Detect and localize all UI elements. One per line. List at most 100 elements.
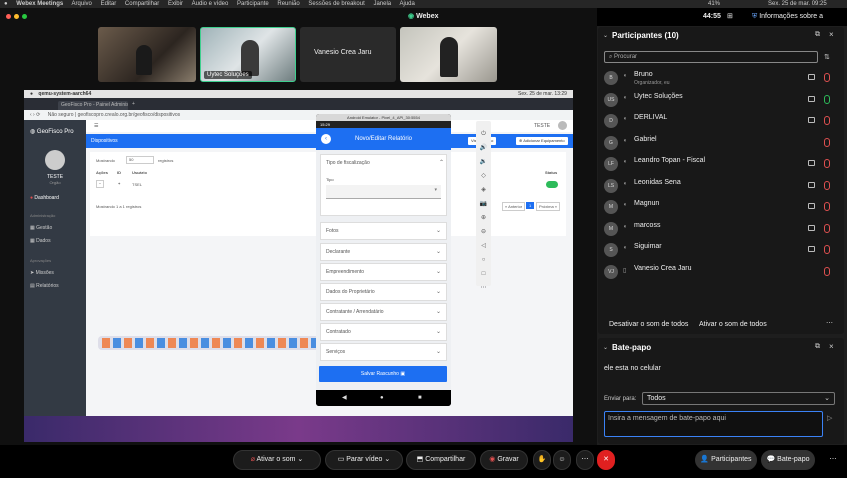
android-recents-icon[interactable]: ■	[418, 390, 422, 406]
chat-button[interactable]: 💬 Bate-papo	[761, 450, 815, 470]
video-tile-uytec[interactable]: Uytec Soluções	[200, 27, 296, 82]
participant-row[interactable]: LF ◖ Leandro Topan - Fiscal	[598, 154, 844, 175]
per-page-select[interactable]: 50	[126, 156, 154, 164]
mic-off-icon[interactable]	[824, 180, 830, 190]
participant-row[interactable]: G ◖ Gabriel	[598, 133, 844, 154]
search-input[interactable]: ⌕ Procurar	[604, 51, 818, 63]
stop-video-button[interactable]: ▭ Parar vídeo ⌄	[325, 450, 403, 470]
prev-page-button[interactable]: « Anterior	[502, 202, 526, 211]
grid-icon[interactable]: ⊞	[727, 8, 733, 26]
share-button[interactable]: ⬒ Compartilhar	[406, 450, 476, 470]
section-contratado[interactable]: Contratado ⌄	[320, 323, 447, 341]
browser-tab[interactable]: GeoFisco Pro - Painel Administrativo	[58, 101, 128, 110]
close-window-icon[interactable]	[6, 14, 11, 19]
menu-audio[interactable]: Áudio e vídeo	[192, 1, 229, 7]
minimize-window-icon[interactable]	[14, 14, 19, 19]
hand-icon[interactable]: ✋	[533, 450, 551, 470]
menu-participante[interactable]: Participante	[237, 1, 269, 7]
collapse-icon[interactable]: ⌄	[603, 32, 608, 39]
nav-missoes[interactable]: ➤ Missões	[30, 270, 54, 276]
send-to-select[interactable]: Todos ⌄	[642, 392, 835, 405]
mic-off-icon[interactable]	[824, 137, 830, 147]
close-icon[interactable]: ×	[829, 342, 834, 351]
more-icon[interactable]: ⋯	[826, 450, 840, 470]
participant-row[interactable]: S ◖ Siguimar	[598, 240, 844, 261]
menu-icon[interactable]: ☰	[94, 123, 98, 129]
video-tile[interactable]	[98, 27, 196, 82]
add-row-button[interactable]: +	[118, 181, 120, 186]
participant-row[interactable]: D ◖ DERLIVAL	[598, 111, 844, 132]
video-tile[interactable]	[400, 27, 497, 82]
remove-button[interactable]: −	[96, 180, 104, 188]
participant-row[interactable]: LS ◖ Leonidas Sena	[598, 176, 844, 197]
new-tab-icon[interactable]: +	[132, 98, 135, 110]
zoom-window-icon[interactable]	[22, 14, 27, 19]
nav-gestao[interactable]: ▦ Gestão	[30, 225, 52, 231]
unmute-button[interactable]: ⌀ Ativar o som ⌄	[233, 450, 321, 470]
nav-dashboard[interactable]: ● Dashboard	[30, 195, 59, 201]
section-servicos[interactable]: Serviços ⌄	[320, 343, 447, 361]
add-device-button[interactable]: ⊕ Adicionar Equipamento	[516, 137, 568, 145]
menu-compartilhar[interactable]: Compartilhar	[125, 1, 159, 7]
sort-icon[interactable]: ⇅	[824, 53, 830, 61]
collapse-icon[interactable]: ⌄	[603, 344, 608, 351]
section-proprietario[interactable]: Dados do Proprietário ⌄	[320, 283, 447, 301]
menu-arquivo[interactable]: Arquivo	[72, 1, 92, 7]
section-fotos[interactable]: Fotos ⌄	[320, 222, 447, 240]
nav-arrows-icon[interactable]: ‹ › ⟳	[30, 112, 40, 118]
android-back-icon[interactable]: ◀	[342, 390, 347, 406]
nav-dados[interactable]: ▦ Dados	[30, 238, 51, 244]
participants-button[interactable]: 👤 Participantes	[695, 450, 757, 470]
participant-row[interactable]: VJ ▯ Vanesio Crea Jaru	[598, 262, 844, 283]
send-icon[interactable]: ▷	[827, 414, 832, 422]
menu-janela[interactable]: Janela	[373, 1, 391, 7]
mic-off-icon[interactable]	[824, 116, 830, 125]
mic-off-icon[interactable]	[824, 245, 830, 254]
section-empreendimento[interactable]: Empreendimento ⌄	[320, 263, 447, 281]
save-draft-button[interactable]: Salvar Rascunho ▣	[319, 366, 447, 382]
tipo-select[interactable]: ▾	[326, 185, 441, 199]
next-page-button[interactable]: Próxima »	[536, 202, 561, 211]
menu-exibir[interactable]: Exibir	[168, 1, 183, 7]
menu-ajuda[interactable]: Ajuda	[399, 1, 414, 7]
popout-icon[interactable]: ⧉	[815, 31, 820, 39]
more-icon[interactable]: ⋯	[826, 319, 833, 327]
mic-on-icon[interactable]	[824, 94, 830, 104]
nav-relatorios[interactable]: ▤ Relatórios	[30, 283, 59, 289]
section-contratante[interactable]: Contratante / Arrendatário ⌄	[320, 303, 447, 321]
participant-row[interactable]: M ◖ marcoss	[598, 219, 844, 240]
page-1-button[interactable]: 1	[526, 202, 535, 209]
mic-off-icon[interactable]	[824, 159, 830, 168]
video-tile-vanesio[interactable]: Vanesio Crea Jaru	[300, 27, 396, 82]
section-declarante[interactable]: Declarante ⌄	[320, 243, 447, 261]
mic-off-icon[interactable]	[824, 73, 830, 82]
back-icon[interactable]: ‹	[321, 134, 331, 144]
chat-input[interactable]: Insira a mensagem de bate-papo aqui	[604, 411, 823, 437]
menu-editar[interactable]: Editar	[101, 1, 117, 7]
unmute-all-button[interactable]: Ativar o som de todos	[699, 321, 767, 328]
more-options-icon[interactable]: ⋯	[576, 450, 594, 470]
apple-icon[interactable]: ●	[4, 1, 8, 7]
close-icon[interactable]: ×	[829, 30, 834, 39]
mic-off-icon[interactable]	[824, 266, 830, 276]
menu-app[interactable]: Webex Meetings	[16, 1, 63, 7]
header-user[interactable]: TESTE	[534, 123, 550, 129]
mic-off-icon[interactable]	[824, 202, 830, 211]
popout-icon[interactable]: ⧉	[815, 343, 820, 351]
participant-row[interactable]: US ◖ Uytec Soluções	[598, 90, 844, 111]
participant-row[interactable]: B ◖ Bruno Organizador, eu	[598, 68, 844, 89]
address-bar[interactable]: ‹ › ⟳ Não seguro | geofiscopro.crealo.or…	[24, 110, 573, 120]
emulator-controls[interactable]: ⏻ 🔊 🔉 ◇ ◈ 📷 ⊕ ⊖ ◁ ○ □ ⋯	[476, 127, 491, 295]
menu-reuniao[interactable]: Reunião	[277, 1, 299, 7]
mute-all-button[interactable]: Desativar o som de todos	[609, 321, 688, 328]
mic-off-icon[interactable]	[824, 223, 830, 233]
android-home-icon[interactable]: ●	[380, 390, 384, 406]
tipo-fiscalizacao-section[interactable]: Tipo de fiscalização ⌃ Tipo ▾	[320, 154, 447, 216]
menu-breakout[interactable]: Sessões de breakout	[308, 1, 364, 7]
reactions-icon[interactable]: ☺	[553, 450, 571, 470]
status-toggle[interactable]	[546, 181, 558, 188]
android-emulator[interactable]: Android Emulator - Pixel_4_API_30:5554 1…	[316, 114, 451, 406]
participant-row[interactable]: M ◖ Magnun	[598, 197, 844, 218]
leave-meeting-icon[interactable]: ✕	[597, 450, 615, 470]
record-button[interactable]: ◉ Gravar	[480, 450, 528, 470]
